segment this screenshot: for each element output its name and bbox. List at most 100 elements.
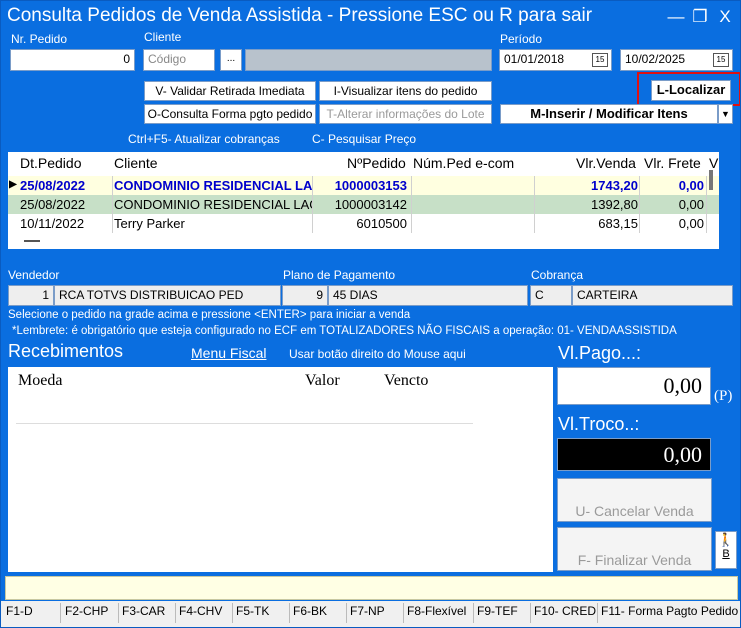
divider xyxy=(118,603,119,623)
divider xyxy=(597,603,598,623)
col-header-valor: Valor xyxy=(305,372,340,389)
cell-pedido: 1000003142 xyxy=(334,197,407,212)
col-header-venda[interactable]: Vlr.Venda xyxy=(576,155,636,171)
nr-pedido-input[interactable]: 0 xyxy=(10,49,135,71)
localizar-button[interactable]: L-Localizar xyxy=(651,80,731,101)
col-header-vencto: Vencto xyxy=(384,372,429,389)
pesquisar-preco-label[interactable]: C- Pesquisar Preço xyxy=(312,132,416,146)
cell-date: 25/08/2022 xyxy=(20,178,86,193)
fkey-f4[interactable]: F4-CHV xyxy=(179,604,222,618)
vendedor-name: RCA TOTVS DISTRIBUICAO PED xyxy=(54,285,281,306)
table-row[interactable]: ▶ 25/08/2022 CONDOMINIO RESIDENCIAL LAG … xyxy=(8,176,719,195)
col-divider xyxy=(312,176,313,233)
cell-pedido: 1000003153 xyxy=(334,178,407,193)
divider xyxy=(403,603,404,623)
fkey-f1[interactable]: F1-D xyxy=(6,604,33,618)
atualizar-cobrancas-label[interactable]: Ctrl+F5- Atualizar cobranças xyxy=(128,132,280,146)
nr-pedido-label: Nr. Pedido xyxy=(11,32,68,46)
fkey-f7[interactable]: F7-NP xyxy=(350,604,385,618)
cell-cliente: CONDOMINIO RESIDENCIAL LAGOI xyxy=(114,197,312,212)
status-bar xyxy=(5,576,738,600)
date-to-value: 10/02/2025 xyxy=(625,52,686,66)
cell-venda: 1392,80 xyxy=(591,197,638,212)
col-header-frete[interactable]: Vlr. Frete xyxy=(644,155,701,171)
cell-cliente: Terry Parker xyxy=(114,216,185,231)
validar-retirada-button[interactable]: V- Validar Retirada Imediata xyxy=(144,81,316,101)
fkey-f6[interactable]: F6-BK xyxy=(293,604,327,618)
cell-frete: 0,00 xyxy=(678,178,704,193)
divider xyxy=(346,603,347,623)
cell-cliente: CONDOMINIO RESIDENCIAL LAG xyxy=(114,178,312,193)
table-row[interactable]: 10/11/2022 Terry Parker 6010500 683,15 0… xyxy=(8,214,719,233)
vendedor-code: 1 xyxy=(8,285,54,306)
recebimentos-panel[interactable]: Moeda Valor Vencto xyxy=(8,367,553,572)
instruction-text: Selecione o pedido na grade acima e pres… xyxy=(8,309,411,321)
cell-frete: 0,00 xyxy=(678,197,704,212)
fkey-f8[interactable]: F8-Flexível xyxy=(407,604,466,618)
reminder-text: *Lembrete: é obrigatório que esteja conf… xyxy=(12,325,677,337)
divider xyxy=(473,603,474,623)
col-divider xyxy=(706,176,707,233)
col-header-v[interactable]: V xyxy=(709,155,718,171)
fkey-f3[interactable]: F3-CAR xyxy=(122,604,165,618)
divider xyxy=(530,603,531,623)
recebimentos-title: Recebimentos xyxy=(8,341,124,361)
vl-pago-label: Vl.Pago...: xyxy=(558,343,642,363)
cell-date: 10/11/2022 xyxy=(20,216,85,231)
plano-code: 9 xyxy=(282,285,328,306)
date-from-input[interactable]: 01/01/2018 15 xyxy=(499,49,612,71)
restore-icon[interactable]: ❐ xyxy=(689,7,711,27)
cancelar-venda-button[interactable]: U- Cancelar Venda xyxy=(557,478,712,522)
fkey-f11[interactable]: F11- Forma Pagto Pedido xyxy=(601,604,738,618)
date-to-input[interactable]: 10/02/2025 15 xyxy=(620,49,733,71)
col-header-pedido[interactable]: NºPedido xyxy=(347,155,406,171)
col-divider xyxy=(639,176,640,233)
date-from-value: 01/01/2018 xyxy=(504,52,565,66)
calendar-icon[interactable]: 15 xyxy=(713,53,729,67)
row-pointer-icon: ▶ xyxy=(9,179,17,190)
cliente-search-button[interactable]: ... xyxy=(220,49,242,71)
cobranca-name: CARTEIRA xyxy=(572,285,733,306)
fkey-f5[interactable]: F5-TK xyxy=(236,604,269,618)
cliente-name-field xyxy=(245,49,492,71)
fkey-f9[interactable]: F9-TEF xyxy=(477,604,518,618)
close-icon[interactable]: X xyxy=(714,7,736,27)
divider xyxy=(232,603,233,623)
minimize-icon[interactable]: — xyxy=(665,7,687,27)
periodo-label: Período xyxy=(500,32,543,46)
grid-hscroll-handle[interactable] xyxy=(24,240,40,242)
calendar-icon[interactable]: 15 xyxy=(592,53,608,67)
divider xyxy=(60,603,61,623)
grid-vscroll-thumb[interactable] xyxy=(709,170,713,190)
pedidos-grid[interactable]: Dt.Pedido Cliente NºPedido Núm.Ped e-com… xyxy=(8,152,719,249)
window-title: Consulta Pedidos de Venda Assistida - Pr… xyxy=(7,5,593,26)
alterar-lote-button[interactable]: T-Alterar informações do Lote xyxy=(319,104,492,124)
consulta-forma-pgto-button[interactable]: O-Consulta Forma pgto pedido xyxy=(144,104,316,124)
vendedor-label: Vendedor xyxy=(8,268,60,282)
b-button[interactable]: 🚶 B xyxy=(715,531,737,569)
finalizar-venda-button[interactable]: F- Finalizar Venda xyxy=(557,527,712,571)
vl-troco-label: Vl.Troco..: xyxy=(558,414,640,434)
cobranca-code: C xyxy=(530,285,572,306)
menu-fiscal-link[interactable]: Menu Fiscal xyxy=(191,345,266,361)
main-window: Consulta Pedidos de Venda Assistida - Pr… xyxy=(0,0,741,628)
col-header-cliente[interactable]: Cliente xyxy=(114,155,158,171)
col-header-moeda: Moeda xyxy=(18,372,63,389)
col-header-ecom[interactable]: Núm.Ped e-com xyxy=(413,155,514,171)
chevron-down-icon[interactable]: ▼ xyxy=(718,104,733,124)
cell-date: 25/08/2022 xyxy=(20,197,86,212)
visualizar-itens-button[interactable]: I-Visualizar itens do pedido xyxy=(319,81,492,101)
vl-pago-field[interactable]: 0,00 xyxy=(557,367,711,405)
col-divider xyxy=(411,176,412,233)
plano-name: 45 DIAS xyxy=(328,285,528,306)
fkey-f10[interactable]: F10- CRED xyxy=(534,604,596,618)
cobranca-label: Cobrança xyxy=(531,268,584,282)
cliente-code-input[interactable]: Código xyxy=(143,49,215,71)
plano-label: Plano de Pagamento xyxy=(283,268,396,282)
col-divider xyxy=(112,176,113,233)
table-row[interactable]: 25/08/2022 CONDOMINIO RESIDENCIAL LAGOI … xyxy=(8,195,719,214)
fkey-f2[interactable]: F2-CHP xyxy=(65,604,108,618)
inserir-itens-button[interactable]: M-Inserir / Modificar Itens xyxy=(500,104,718,124)
col-header-date[interactable]: Dt.Pedido xyxy=(20,155,81,171)
divider xyxy=(16,423,473,424)
